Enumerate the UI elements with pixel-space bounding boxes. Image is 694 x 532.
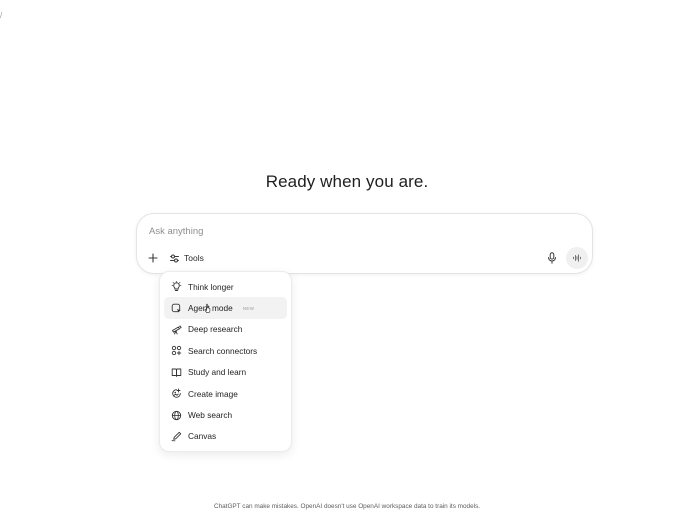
menu-item-agent-mode[interactable]: Agent mode NEW — [164, 297, 287, 319]
voice-mode-button[interactable] — [566, 247, 588, 269]
menu-item-label: Web search — [188, 410, 233, 421]
sliders-icon — [169, 253, 180, 264]
lightbulb-icon — [171, 281, 182, 292]
menu-item-deep-research[interactable]: Deep research — [164, 319, 287, 340]
telescope-icon — [171, 324, 182, 335]
globe-icon — [171, 410, 182, 421]
menu-item-web-search[interactable]: Web search — [164, 404, 287, 425]
menu-item-label: Search connectors — [188, 345, 258, 356]
dictate-button[interactable] — [545, 251, 559, 265]
new-badge: NEW — [242, 305, 255, 311]
prompt-input[interactable] — [149, 224, 529, 238]
menu-item-label: Study and learn — [188, 367, 247, 378]
chat-home-page: / Ready when you are. Tools — [0, 0, 694, 532]
menu-item-label: Deep research — [188, 324, 243, 335]
menu-item-label: Create image — [188, 388, 238, 399]
window-edge-mark: / — [0, 11, 3, 20]
tools-menu: Think longer Agent mode NEW Deep researc… — [159, 271, 292, 452]
menu-item-label: Canvas — [188, 431, 217, 442]
menu-item-label: Think longer — [188, 281, 234, 292]
mouse-pointer-icon — [204, 303, 212, 314]
menu-item-study-and-learn[interactable]: Study and learn — [164, 362, 287, 383]
image-create-icon — [171, 388, 182, 399]
voice-waveform-icon — [572, 253, 582, 263]
plus-icon — [148, 253, 158, 263]
microphone-icon — [547, 252, 557, 264]
menu-item-think-longer[interactable]: Think longer — [164, 276, 287, 297]
page-title: Ready when you are. — [265, 172, 429, 191]
tools-label: Tools — [184, 253, 204, 263]
connectors-icon — [171, 345, 182, 356]
canvas-pen-icon — [171, 431, 182, 442]
add-attachment-button[interactable] — [146, 251, 160, 265]
tools-button[interactable]: Tools — [165, 249, 210, 267]
composer: Tools — [136, 213, 593, 274]
menu-item-search-connectors[interactable]: Search connectors — [164, 340, 287, 361]
menu-item-canvas[interactable]: Canvas — [164, 426, 287, 447]
menu-item-create-image[interactable]: Create image — [164, 383, 287, 404]
book-icon — [171, 367, 182, 378]
agent-icon — [171, 303, 182, 314]
disclaimer-text: ChatGPT can make mistakes. OpenAI doesn'… — [213, 503, 481, 510]
